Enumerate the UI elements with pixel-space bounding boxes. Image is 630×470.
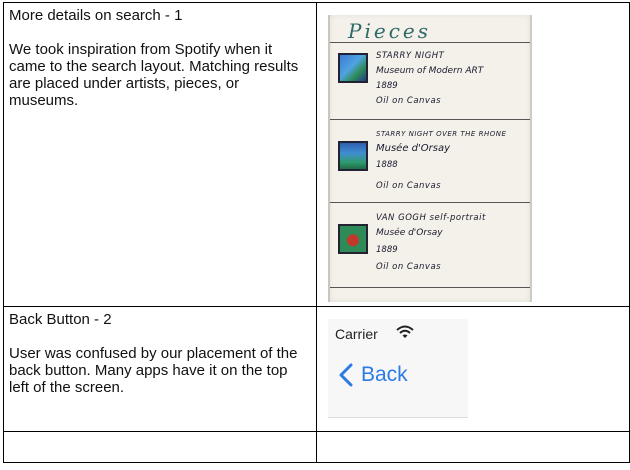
- divider: [330, 202, 530, 203]
- table-cell-description: Back Button - 2 User was confused by our…: [3, 306, 317, 432]
- table-cell-description: More details on search - 1 We took inspi…: [3, 2, 317, 307]
- chevron-left-icon: [339, 363, 353, 387]
- divider: [330, 287, 530, 288]
- table-cell-empty: [3, 431, 317, 463]
- sketch-heading: Pieces: [348, 19, 431, 43]
- card-year: 1888: [376, 160, 398, 170]
- row-title: More details on search - 1: [9, 7, 183, 24]
- card-year: 1889: [376, 81, 398, 91]
- card-medium: Oil on Canvas: [376, 262, 442, 272]
- table-cell-image: Carrier Back: [316, 306, 630, 432]
- sketch-card: VAN GOGH self-portrait Musée d'Orsay 188…: [338, 210, 528, 290]
- table-cell-image: Pieces STARRY NIGHT Museum of Modern ART…: [316, 2, 630, 307]
- sketch-card: STARRY NIGHT OVER THE RHONE Musée d'Orsa…: [338, 127, 528, 207]
- card-medium: Oil on Canvas: [376, 96, 442, 106]
- paper-sketch-photo: Pieces STARRY NIGHT Museum of Modern ART…: [328, 15, 532, 302]
- card-museum: Musée d'Orsay: [376, 228, 443, 238]
- carrier-label: Carrier: [335, 326, 378, 342]
- row-description: User was confused by our placement of th…: [9, 345, 298, 396]
- back-button[interactable]: Back: [338, 363, 408, 387]
- artwork-thumbnail-icon: [338, 53, 368, 83]
- artwork-thumbnail-icon: [338, 224, 368, 254]
- feedback-table: More details on search - 1 We took inspi…: [3, 2, 630, 463]
- table-row: [3, 431, 630, 463]
- card-museum: Musée d'Orsay: [376, 143, 450, 154]
- table-cell-empty: [316, 431, 630, 463]
- divider: [330, 42, 530, 43]
- phone-screenshot: Carrier Back: [328, 319, 468, 418]
- card-museum: Museum of Modern ART: [376, 66, 484, 76]
- divider: [330, 119, 530, 120]
- artwork-thumbnail-icon: [338, 141, 368, 171]
- card-name: STARRY NIGHT OVER THE RHONE: [376, 130, 507, 138]
- table-row: Back Button - 2 User was confused by our…: [3, 306, 630, 432]
- card-year: 1889: [376, 245, 398, 255]
- card-name: STARRY NIGHT: [376, 51, 445, 61]
- table-row: More details on search - 1 We took inspi…: [3, 2, 630, 307]
- card-medium: Oil on Canvas: [376, 181, 442, 191]
- wifi-icon: [396, 325, 414, 344]
- row-description: We took inspiration from Spotify when it…: [9, 41, 299, 109]
- row-title: Back Button - 2: [9, 311, 112, 328]
- card-name: VAN GOGH self-portrait: [376, 213, 486, 223]
- back-label: Back: [361, 363, 408, 386]
- sketch-card: STARRY NIGHT Museum of Modern ART 1889 O…: [338, 48, 528, 134]
